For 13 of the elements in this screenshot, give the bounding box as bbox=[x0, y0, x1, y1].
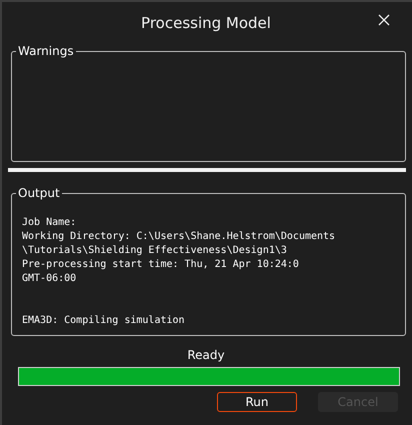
log-line: Working Directory: C:\Users\Shane.Helstrom\Documents bbox=[22, 230, 336, 244]
log-line: \Tutorials\Shielding Effectiveness\Design1\3 bbox=[22, 244, 288, 258]
log-line: Job Name: bbox=[22, 216, 78, 230]
close-icon bbox=[378, 14, 390, 26]
panel-label: Output bbox=[17, 187, 61, 200]
panel-label: Warnings bbox=[17, 45, 75, 58]
action-button[interactable]: Run bbox=[217, 392, 297, 412]
window-title: Processing Model bbox=[141, 14, 271, 32]
status-text: Ready bbox=[187, 348, 225, 362]
log-line: Pre-processing start time: Thu, 21 Apr 10:24:0 bbox=[22, 258, 300, 272]
log-line: GMT-06:00 bbox=[22, 272, 78, 286]
log-line: EMA3D: Compiling simulation bbox=[22, 314, 186, 328]
close-button[interactable] bbox=[376, 12, 392, 28]
